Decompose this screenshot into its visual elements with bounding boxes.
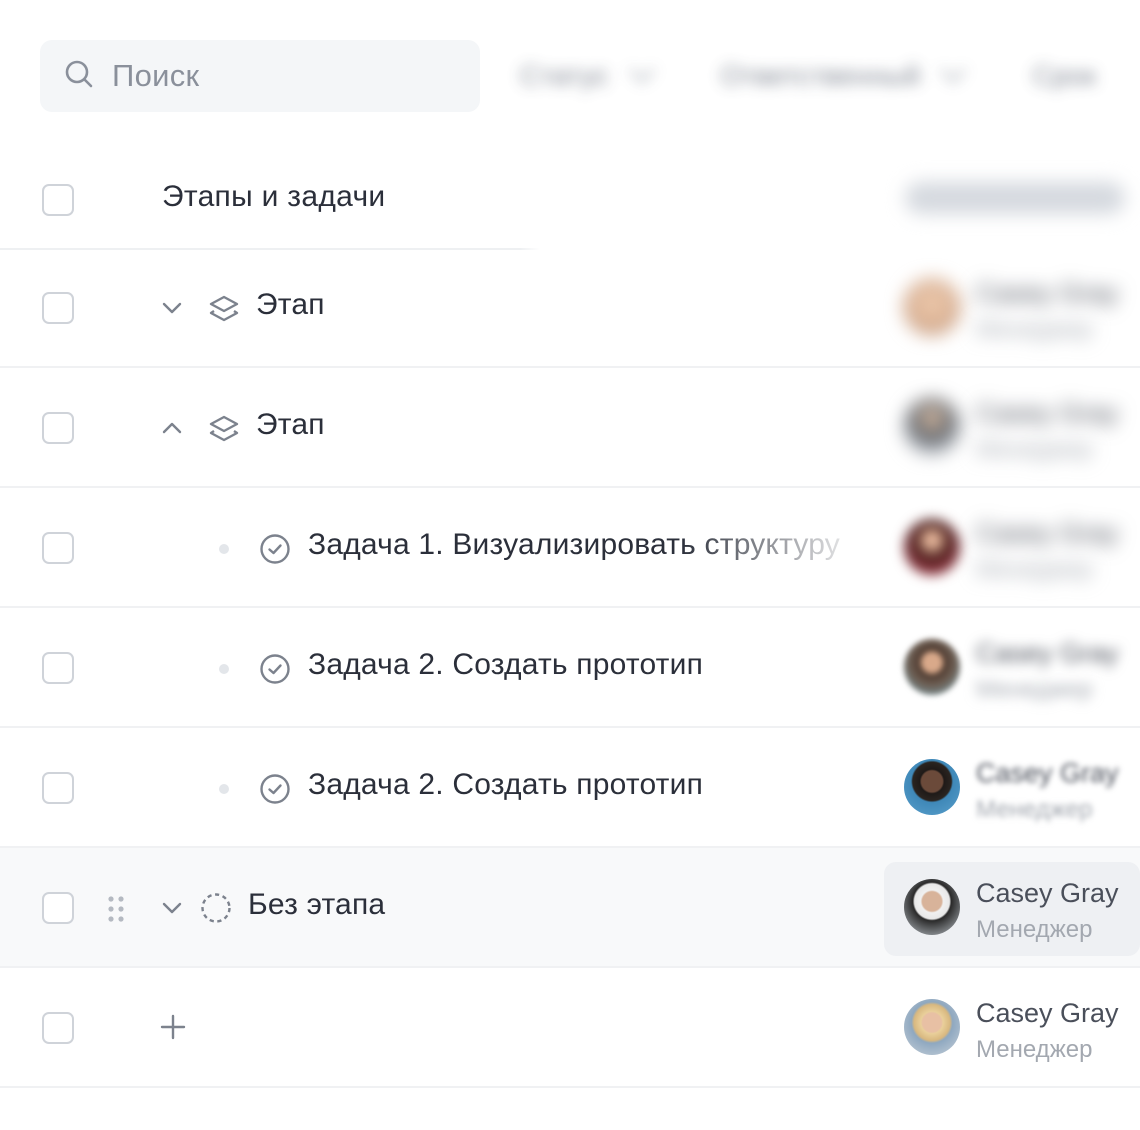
column-title-assignee: [905, 182, 1125, 214]
assignee-name: Casey Gray: [976, 758, 1119, 788]
row-checkbox[interactable]: [42, 532, 74, 564]
select-all-checkbox[interactable]: [42, 184, 74, 216]
assignee-role: Менеджер: [976, 556, 1093, 583]
task-label: Задача 2. Создать прототип: [308, 768, 704, 801]
task-label: Задача 1. Визуализировать структуру: [308, 528, 840, 561]
filter-status[interactable]: Статус: [520, 57, 655, 92]
task-label: Задача 2. Создать прототип: [308, 648, 704, 681]
filter-deadline-label: Срок: [1032, 60, 1097, 91]
row-checkbox[interactable]: [42, 412, 74, 444]
layers-icon: [209, 415, 239, 442]
row-checkbox[interactable]: [42, 1012, 74, 1044]
row-checkbox[interactable]: [42, 292, 74, 324]
assignee-role: Менеджер: [976, 676, 1093, 703]
table-row[interactable]: Этап Casey Gray Менеджер: [0, 368, 1140, 488]
assignee-cell[interactable]: Casey Gray Менеджер: [884, 502, 1140, 596]
no-stage-label: Без этапа: [248, 888, 386, 921]
assignee-name: Casey Gray: [976, 398, 1119, 428]
assignee-name: Casey Gray: [976, 878, 1119, 908]
search-input[interactable]: Поиск: [40, 40, 480, 112]
assignee-role: Менеджер: [976, 316, 1093, 343]
table-row[interactable]: Задача 2. Создать прототип Casey Gray Ме…: [0, 608, 1140, 728]
column-title-stages: Этапы и задачи: [162, 180, 386, 213]
assignee-name: Casey Gray: [976, 518, 1119, 548]
avatar: [904, 879, 960, 935]
tree-dot: [219, 664, 229, 674]
avatar: [904, 999, 960, 1055]
row-checkbox[interactable]: [42, 772, 74, 804]
filter-assignee[interactable]: Ответственный: [720, 57, 967, 92]
avatar: [904, 759, 960, 815]
assignee-cell[interactable]: Casey Gray Менеджер: [884, 982, 1140, 1076]
search-placeholder: Поиск: [112, 58, 200, 93]
search-icon: [64, 59, 94, 94]
table-row[interactable]: Без этапа Casey Gray Менеджер: [0, 848, 1140, 968]
stages-table: Этапы и задачи Этап Casey Gray Менеджер …: [0, 140, 1140, 1088]
assignee-cell[interactable]: Casey Gray Менеджер: [884, 862, 1140, 956]
avatar: [904, 399, 960, 455]
chevron-up-icon[interactable]: [160, 416, 184, 440]
assignee-cell[interactable]: Casey Gray Менеджер: [884, 262, 1140, 356]
tree-dot: [219, 544, 229, 554]
stage-label: Этап: [256, 288, 325, 321]
assignee-name: Casey Gray: [976, 638, 1119, 668]
plus-icon[interactable]: [160, 1014, 186, 1040]
filter-status-label: Статус: [520, 60, 609, 91]
assignee-role: Менеджер: [976, 796, 1093, 823]
chevron-down-icon: [628, 57, 655, 84]
assignee-role: Менеджер: [976, 436, 1093, 463]
stage-label: Этап: [256, 408, 325, 441]
row-checkbox[interactable]: [42, 652, 74, 684]
table-row[interactable]: Этап Casey Gray Менеджер: [0, 248, 1140, 368]
drag-handle-icon[interactable]: [106, 894, 126, 924]
assignee-role: Менеджер: [976, 1036, 1093, 1063]
table-row[interactable]: Задача 2. Создать прототип Casey Gray Ме…: [0, 728, 1140, 848]
table-row[interactable]: Casey Gray Менеджер: [0, 968, 1140, 1088]
assignee-cell[interactable]: Casey Gray Менеджер: [884, 742, 1140, 836]
chevron-down-icon[interactable]: [160, 896, 184, 920]
row-checkbox[interactable]: [42, 892, 74, 924]
tree-dot: [219, 784, 229, 794]
assignee-role: Менеджер: [976, 916, 1093, 943]
chevron-down-icon: [940, 57, 967, 84]
check-circle-icon[interactable]: [258, 652, 292, 686]
filter-assignee-label: Ответственный: [720, 60, 921, 91]
check-circle-icon[interactable]: [258, 772, 292, 806]
chevron-down-icon[interactable]: [160, 296, 184, 320]
avatar: [904, 279, 960, 335]
check-circle-icon[interactable]: [258, 532, 292, 566]
avatar: [904, 639, 960, 695]
filter-bar: Статус Ответственный Срок: [520, 48, 1140, 104]
table-row[interactable]: Задача 1. Визуализировать структуру Case…: [0, 488, 1140, 608]
table-header: Этапы и задачи: [0, 140, 1140, 250]
filter-deadline[interactable]: Срок: [1032, 60, 1096, 92]
assignee-cell[interactable]: Casey Gray Менеджер: [884, 382, 1140, 476]
layers-icon: [209, 295, 239, 322]
assignee-name: Casey Gray: [976, 998, 1119, 1028]
assignee-cell[interactable]: Casey Gray Менеджер: [884, 622, 1140, 716]
assignee-name: Casey Gray: [976, 278, 1119, 308]
avatar: [904, 519, 960, 575]
dashed-circle-icon: [201, 893, 231, 923]
